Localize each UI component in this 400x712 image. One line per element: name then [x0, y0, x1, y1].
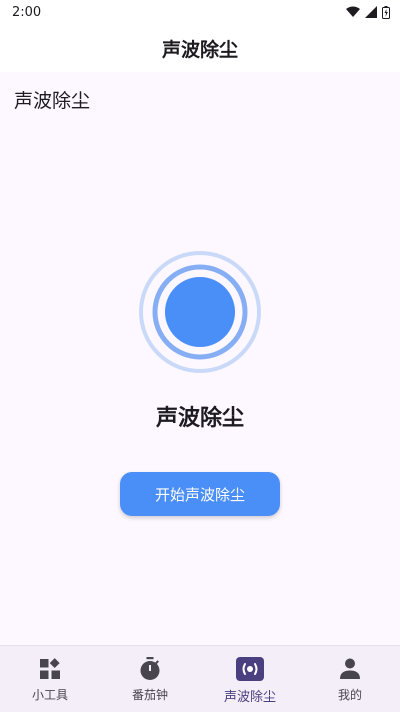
- nav-item-pomodoro[interactable]: 番茄钟: [100, 646, 200, 712]
- app-title: 声波除尘: [161, 38, 238, 61]
- speaker-wave-icon: [234, 656, 266, 682]
- nav-label-profile: 我的: [337, 688, 362, 702]
- wifi-icon: [346, 6, 360, 18]
- start-dust-removal-button[interactable]: 开始声波除尘: [120, 472, 280, 516]
- status-bar: 2:00: [0, 0, 400, 24]
- status-time: 2:00: [12, 4, 42, 20]
- nav-label-pomodoro: 番茄钟: [131, 688, 168, 702]
- bottom-nav: 小工具 番茄钟 声波除尘 我的: [0, 645, 400, 712]
- nav-item-tools[interactable]: 小工具: [0, 646, 100, 712]
- person-icon: [334, 656, 366, 682]
- widgets-icon: [34, 656, 66, 682]
- main-title: 声波除尘: [155, 406, 244, 431]
- sound-wave-graphic: [138, 250, 262, 374]
- page-label: 声波除尘: [14, 90, 91, 112]
- nav-label-sonic-clean: 声波除尘: [223, 690, 276, 705]
- app-bar: 声波除尘: [0, 24, 400, 72]
- nav-item-sonic-clean[interactable]: 声波除尘: [200, 646, 300, 712]
- wave-core: [165, 277, 235, 347]
- nav-label-tools: 小工具: [31, 688, 68, 702]
- cell-signal-icon: [365, 6, 377, 18]
- battery-icon: [382, 5, 390, 19]
- nav-item-profile[interactable]: 我的: [300, 646, 400, 712]
- timer-icon: [134, 656, 166, 682]
- status-icons: [346, 5, 390, 19]
